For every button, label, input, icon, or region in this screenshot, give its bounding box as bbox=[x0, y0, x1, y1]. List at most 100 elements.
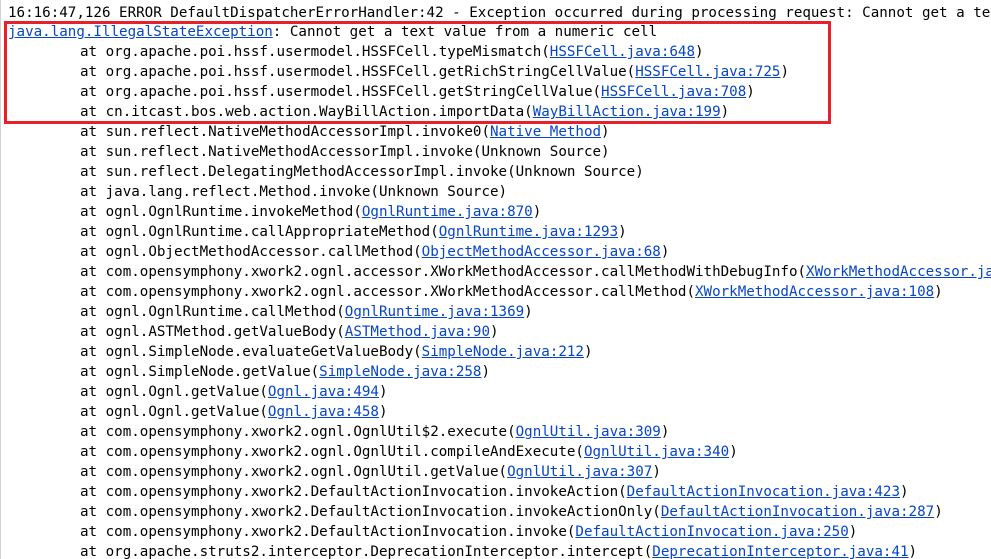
source-location-link[interactable]: OgnlRuntime.java:870 bbox=[362, 204, 533, 220]
source-location-link[interactable]: XWorkMethodAccessor.java: bbox=[806, 264, 991, 280]
exception-line: java.lang.IllegalStateException: Cannot … bbox=[8, 22, 657, 42]
stack-frame-line: at sun.reflect.NativeMethodAccessorImpl.… bbox=[80, 142, 610, 162]
stack-frame-line: at com.opensymphony.xwork2.ognl.OgnlUtil… bbox=[80, 422, 669, 442]
source-location-link[interactable]: DefaultActionInvocation.java:250 bbox=[575, 524, 848, 540]
frame-at-keyword: at bbox=[80, 384, 106, 400]
frame-method: com.opensymphony.xwork2.ognl.OgnlUtil.ge… bbox=[105, 464, 508, 480]
console-output[interactable]: 16:16:47,126 ERROR DefaultDispatcherErro… bbox=[0, 0, 991, 559]
frame-close-paren: ) bbox=[583, 344, 593, 360]
stack-frame-line: at ognl.OgnlRuntime.invokeMethod(OgnlRun… bbox=[80, 202, 541, 222]
stack-frame-line: at com.opensymphony.xwork2.ognl.OgnlUtil… bbox=[80, 442, 738, 462]
stack-frame-line: at ognl.ObjectMethodAccessor.callMethod(… bbox=[80, 242, 669, 262]
frame-method: com.opensymphony.xwork2.ognl.OgnlUtil$2.… bbox=[105, 424, 516, 440]
source-location-link[interactable]: WayBillAction.java:199 bbox=[533, 104, 721, 120]
frame-at-keyword: at bbox=[80, 364, 106, 380]
stack-frame-line: at ognl.SimpleNode.evaluateGetValueBody(… bbox=[80, 342, 593, 362]
exception-message: : Cannot get a text value from a numeric… bbox=[272, 24, 658, 40]
source-location-link[interactable]: HSSFCell.java:725 bbox=[635, 64, 780, 80]
source-location-link[interactable]: Native Method bbox=[490, 124, 601, 140]
frame-close-paren: ) bbox=[378, 404, 388, 420]
source-location-link[interactable]: DeprecationInterceptor.java:41 bbox=[652, 544, 908, 559]
frame-close-paren: ) bbox=[524, 304, 533, 320]
stack-frame-line: at com.opensymphony.xwork2.ognl.OgnlUtil… bbox=[80, 462, 661, 482]
stack-frame-line: at org.apache.poi.hssf.usermodel.HSSFCel… bbox=[80, 42, 704, 62]
frame-method: java.lang.reflect.Method.invoke(Unknown … bbox=[105, 184, 508, 200]
frame-method: ognl.Ognl.getValue( bbox=[105, 384, 268, 400]
source-location-link[interactable]: OgnlRuntime.java:1369 bbox=[345, 304, 524, 320]
frame-method: com.opensymphony.xwork2.DefaultActionInv… bbox=[105, 484, 627, 500]
source-location-link[interactable]: Ognl.java:458 bbox=[268, 404, 379, 420]
frame-at-keyword: at bbox=[80, 504, 106, 520]
frame-at-keyword: at bbox=[80, 44, 106, 60]
source-location-link[interactable]: HSSFCell.java:708 bbox=[601, 84, 746, 100]
frame-close-paren: ) bbox=[934, 284, 943, 300]
frame-at-keyword: at bbox=[80, 324, 106, 340]
frame-close-paren: ) bbox=[695, 44, 704, 60]
frame-at-keyword: at bbox=[80, 544, 106, 559]
stack-frame-line: at sun.reflect.DelegatingMethodAccessorI… bbox=[80, 162, 644, 182]
frame-at-keyword: at bbox=[80, 184, 106, 200]
source-location-link[interactable]: OgnlUtil.java:309 bbox=[516, 424, 661, 440]
stack-frame-line: at ognl.OgnlRuntime.callMethod(OgnlRunti… bbox=[80, 302, 533, 322]
stack-frame-line: at ognl.Ognl.getValue(Ognl.java:458) bbox=[80, 402, 388, 422]
stack-frame-line: at com.opensymphony.xwork2.ognl.accessor… bbox=[80, 282, 943, 302]
exception-class-link[interactable]: java.lang.IllegalStateException bbox=[8, 24, 273, 40]
frame-close-paren: ) bbox=[660, 244, 670, 260]
frame-at-keyword: at bbox=[80, 124, 106, 140]
source-location-link[interactable]: XWorkMethodAccessor.java:108 bbox=[695, 284, 934, 300]
source-location-link[interactable]: HSSFCell.java:648 bbox=[550, 44, 695, 60]
frame-method: com.opensymphony.xwork2.ognl.accessor.XW… bbox=[105, 264, 807, 280]
source-location-link[interactable]: SimpleNode.java:258 bbox=[319, 364, 481, 380]
frame-method: sun.reflect.NativeMethodAccessorImpl.inv… bbox=[105, 144, 610, 160]
frame-close-paren: ) bbox=[490, 324, 499, 340]
source-location-link[interactable]: Ognl.java:494 bbox=[268, 384, 379, 400]
frame-close-paren: ) bbox=[746, 84, 755, 100]
frame-method: com.opensymphony.xwork2.DefaultActionInv… bbox=[105, 524, 576, 540]
frame-close-paren: ) bbox=[729, 444, 738, 460]
source-location-link[interactable]: DefaultActionInvocation.java:287 bbox=[661, 504, 934, 520]
frame-method: org.apache.struts2.interceptor.Deprecati… bbox=[105, 544, 653, 559]
frame-method: com.opensymphony.xwork2.ognl.accessor.XW… bbox=[105, 284, 695, 300]
source-location-link[interactable]: OgnlUtil.java:340 bbox=[584, 444, 729, 460]
source-location-link[interactable]: OgnlRuntime.java:1293 bbox=[439, 224, 618, 240]
stack-frame-line: at ognl.Ognl.getValue(Ognl.java:494) bbox=[80, 382, 388, 402]
frame-close-paren: ) bbox=[660, 424, 670, 440]
frame-at-keyword: at bbox=[80, 244, 106, 260]
frame-at-keyword: at bbox=[80, 164, 106, 180]
source-location-link[interactable]: ObjectMethodAccessor.java:68 bbox=[422, 244, 661, 260]
frame-method: org.apache.poi.hssf.usermodel.HSSFCell.g… bbox=[105, 84, 602, 100]
source-location-link[interactable]: SimpleNode.java:212 bbox=[422, 344, 584, 360]
frame-close-paren: ) bbox=[532, 204, 542, 220]
frame-close-paren: ) bbox=[652, 464, 661, 480]
frame-at-keyword: at bbox=[80, 424, 106, 440]
frame-close-paren: ) bbox=[908, 544, 918, 559]
frame-method: ognl.SimpleNode.getValue( bbox=[105, 364, 320, 380]
source-location-link[interactable]: ASTMethod.java:90 bbox=[345, 324, 490, 340]
frame-method: ognl.OgnlRuntime.callAppropriateMethod( bbox=[105, 224, 439, 240]
stack-frame-line: at java.lang.reflect.Method.invoke(Unkno… bbox=[80, 182, 507, 202]
frame-close-paren: ) bbox=[848, 524, 858, 540]
stack-frame-line: at org.apache.poi.hssf.usermodel.HSSFCel… bbox=[80, 62, 789, 82]
frame-method: ognl.Ognl.getValue( bbox=[105, 404, 268, 420]
source-location-link[interactable]: OgnlUtil.java:307 bbox=[507, 464, 652, 480]
frame-close-paren: ) bbox=[780, 64, 789, 80]
frame-method: org.apache.poi.hssf.usermodel.HSSFCell.g… bbox=[105, 64, 636, 80]
frame-close-paren: ) bbox=[900, 484, 909, 500]
stack-frame-line: at sun.reflect.NativeMethodAccessorImpl.… bbox=[80, 122, 610, 142]
frame-method: cn.itcast.bos.web.action.WayBillAction.i… bbox=[105, 104, 533, 120]
stack-frame-line: at com.opensymphony.xwork2.DefaultAction… bbox=[80, 502, 943, 522]
source-location-link[interactable]: DefaultActionInvocation.java:423 bbox=[627, 484, 900, 500]
stack-frame-line: at ognl.SimpleNode.getValue(SimpleNode.j… bbox=[80, 362, 490, 382]
stack-frame-line: at com.opensymphony.xwork2.DefaultAction… bbox=[80, 482, 909, 502]
frame-at-keyword: at bbox=[80, 224, 106, 240]
frame-at-keyword: at bbox=[80, 484, 106, 500]
frame-method: ognl.ASTMethod.getValueBody( bbox=[105, 324, 345, 340]
frame-method: org.apache.poi.hssf.usermodel.HSSFCell.t… bbox=[105, 44, 550, 60]
stack-frame-line: at org.apache.struts2.interceptor.Deprec… bbox=[80, 542, 917, 559]
frame-close-paren: ) bbox=[934, 504, 943, 520]
frame-method: ognl.OgnlRuntime.callMethod( bbox=[105, 304, 345, 320]
frame-method: sun.reflect.DelegatingMethodAccessorImpl… bbox=[105, 164, 644, 180]
log-header-line: 16:16:47,126 ERROR DefaultDispatcherErro… bbox=[8, 5, 991, 21]
frame-close-paren: ) bbox=[378, 384, 388, 400]
frame-at-keyword: at bbox=[80, 524, 106, 540]
